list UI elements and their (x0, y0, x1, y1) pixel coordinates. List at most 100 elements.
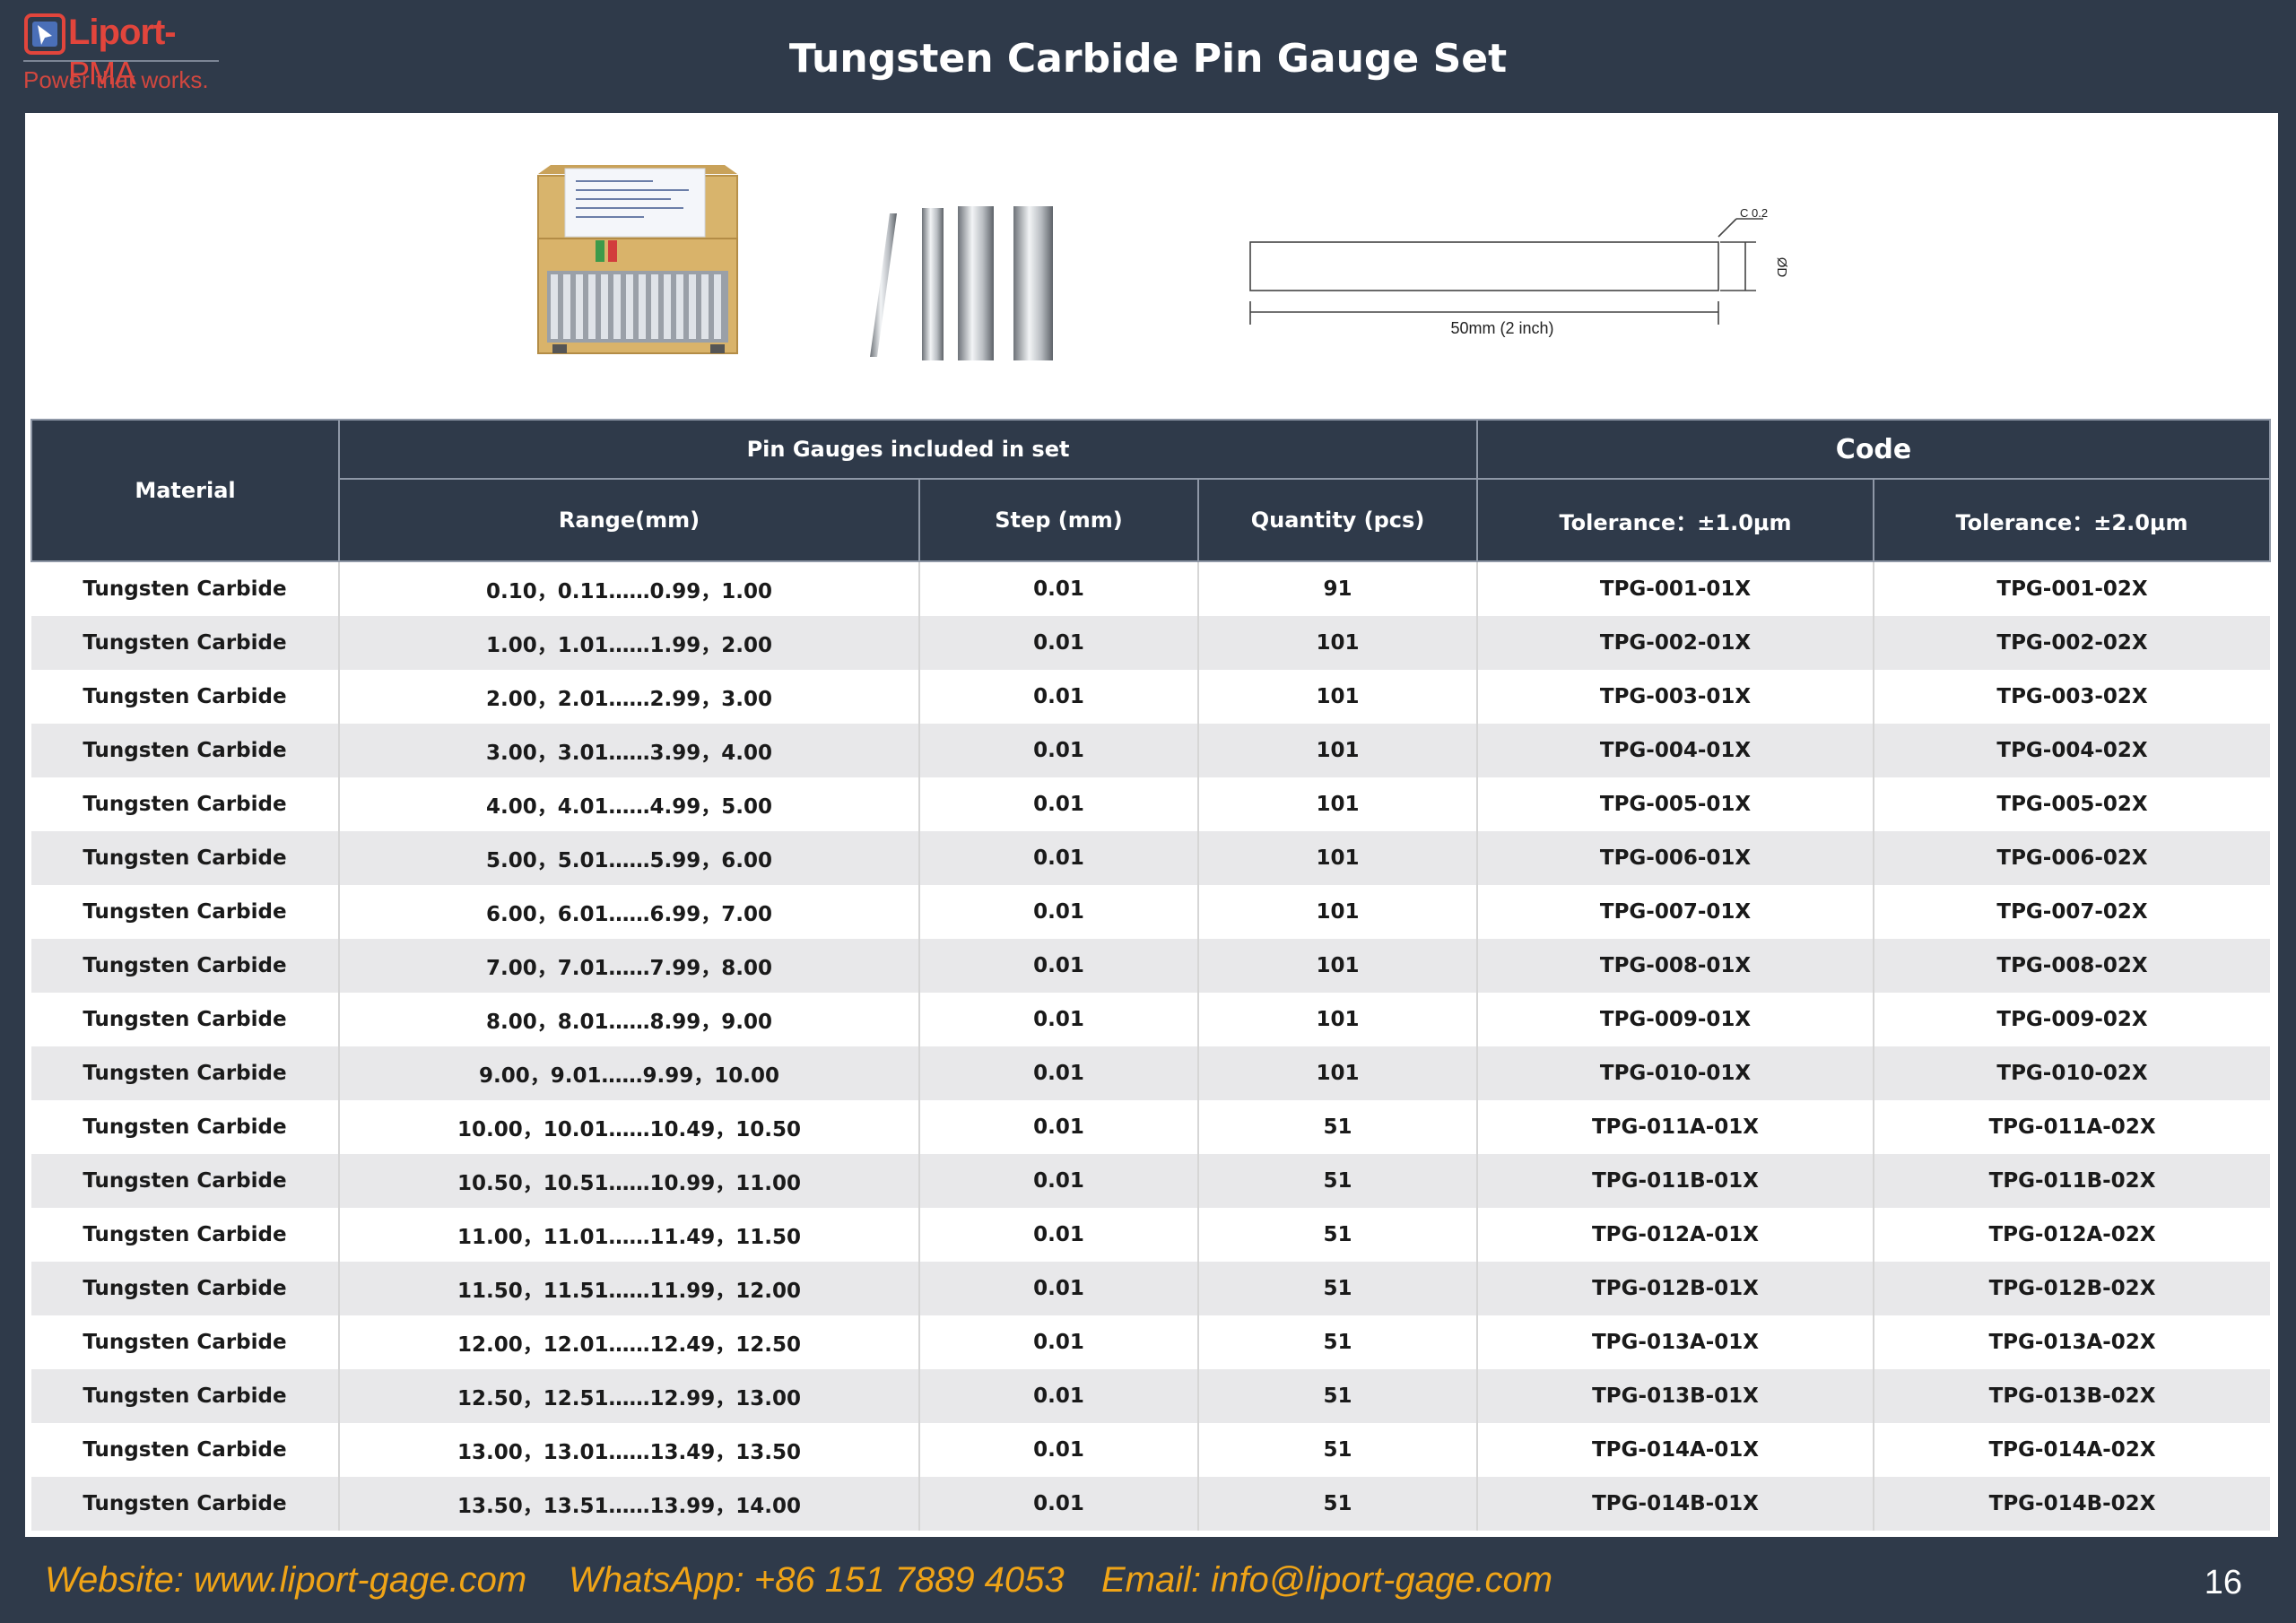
header-material: Material (30, 419, 340, 562)
table-row: Tungsten Carbide 12.50，12.51……12.99，13.00… (31, 1369, 2271, 1423)
step-cell: 0.01 (918, 885, 1198, 939)
step-cell: 0.01 (918, 1046, 1198, 1100)
material-cell: Tungsten Carbide (31, 561, 339, 616)
material-cell: Tungsten Carbide (31, 831, 339, 885)
step-cell: 0.01 (918, 1208, 1198, 1262)
range-cell: 7.00，7.01……7.99，8.00 (338, 939, 919, 993)
footer: Website: www.liport-gage.com WhatsApp: +… (0, 1560, 2296, 1614)
code-tol1-cell: TPG-012B-01X (1476, 1262, 1874, 1315)
table-row: Tungsten Carbide 6.00，6.01……6.99，7.00 0.01… (31, 885, 2271, 939)
code-tol2-cell: TPG-005-02X (1873, 777, 2271, 831)
material-cell: Tungsten Carbide (31, 1262, 339, 1315)
range-cell: 3.00，3.01……3.99，4.00 (338, 724, 919, 777)
quantity-cell: 51 (1196, 1477, 1478, 1531)
material-cell: Tungsten Carbide (31, 1315, 339, 1369)
range-cell: 11.50，11.51……11.99，12.00 (338, 1262, 919, 1315)
code-tol2-cell: TPG-007-02X (1873, 885, 2271, 939)
pin-drawing (1249, 218, 1763, 325)
footer-website[interactable]: Website: www.liport-gage.com (45, 1560, 526, 1601)
diameter-label: ØD (1774, 257, 1789, 278)
table-row: Tungsten Carbide 3.00，3.01……3.99，4.00 0.01… (31, 724, 2271, 777)
range-cell: 12.00，12.01……12.49，12.50 (338, 1315, 919, 1369)
code-tol1-cell: TPG-013A-01X (1476, 1315, 1874, 1369)
code-tol2-cell: TPG-002-02X (1873, 616, 2271, 670)
quantity-cell: 101 (1196, 831, 1478, 885)
table-row: Tungsten Carbide 1.00，1.01……1.99，2.00 0.01… (31, 616, 2271, 670)
material-cell: Tungsten Carbide (31, 939, 339, 993)
material-cell: Tungsten Carbide (31, 670, 339, 724)
header-tolerance-2um: Tolerance：±2.0μm (1873, 478, 2272, 562)
table-row: Tungsten Carbide 13.50，13.51……13.99，14.00… (31, 1477, 2271, 1531)
code-tol1-cell: TPG-005-01X (1476, 777, 1874, 831)
chamfer-label: C 0.2 (1740, 206, 1768, 220)
code-tol1-cell: TPG-007-01X (1476, 885, 1874, 939)
code-tol2-cell: TPG-014A-02X (1873, 1423, 2271, 1477)
quantity-cell: 51 (1196, 1369, 1478, 1423)
step-cell: 0.01 (918, 1262, 1198, 1315)
table-body: Tungsten Carbide 0.10，0.11……0.99，1.00 0.01… (31, 561, 2271, 1531)
table-row: Tungsten Carbide 4.00，4.01……4.99，5.00 0.01… (31, 777, 2271, 831)
step-cell: 0.01 (918, 670, 1198, 724)
material-cell: Tungsten Carbide (31, 885, 339, 939)
header-tolerance-1um: Tolerance：±1.0μm (1476, 478, 1875, 562)
range-cell: 5.00，5.01……5.99，6.00 (338, 831, 919, 885)
length-label: 50mm (2 inch) (1450, 319, 1553, 337)
code-tol1-cell: TPG-004-01X (1476, 724, 1874, 777)
quantity-cell: 101 (1196, 993, 1478, 1046)
quantity-cell: 51 (1196, 1315, 1478, 1369)
footer-email[interactable]: Email: info@liport-gage.com (1101, 1560, 1552, 1601)
step-cell: 0.01 (918, 1100, 1198, 1154)
step-cell: 0.01 (918, 993, 1198, 1046)
material-cell: Tungsten Carbide (31, 777, 339, 831)
code-tol1-cell: TPG-011B-01X (1476, 1154, 1874, 1208)
pin-gauges-image (870, 206, 1053, 360)
range-cell: 11.00，11.01……11.49，11.50 (338, 1208, 919, 1262)
code-tol1-cell: TPG-012A-01X (1476, 1208, 1874, 1262)
step-cell: 0.01 (918, 831, 1198, 885)
step-cell: 0.01 (918, 1154, 1198, 1208)
quantity-cell: 51 (1196, 1100, 1478, 1154)
range-cell: 0.10，0.11……0.99，1.00 (338, 561, 919, 616)
table-row: Tungsten Carbide 7.00，7.01……7.99，8.00 0.01… (31, 939, 2271, 993)
step-cell: 0.01 (918, 1423, 1198, 1477)
table-row: Tungsten Carbide 9.00，9.01……9.99，10.00 0.0… (31, 1046, 2271, 1100)
code-tol1-cell: TPG-002-01X (1476, 616, 1874, 670)
material-cell: Tungsten Carbide (31, 1477, 339, 1531)
table-row: Tungsten Carbide 2.00，2.01……2.99，3.00 0.01… (31, 670, 2271, 724)
step-cell: 0.01 (918, 777, 1198, 831)
table-row: Tungsten Carbide 13.00，13.01……13.49，13.50… (31, 1423, 2271, 1477)
header-pin-gauges-group: Pin Gauges included in set (337, 419, 1479, 480)
material-cell: Tungsten Carbide (31, 1154, 339, 1208)
quantity-cell: 51 (1196, 1262, 1478, 1315)
header-step: Step (mm) (918, 478, 1199, 562)
range-cell: 9.00，9.01……9.99，10.00 (338, 1046, 919, 1100)
code-tol2-cell: TPG-010-02X (1873, 1046, 2271, 1100)
step-cell: 0.01 (918, 1477, 1198, 1531)
material-cell: Tungsten Carbide (31, 1423, 339, 1477)
material-cell: Tungsten Carbide (31, 1046, 339, 1100)
table-row: Tungsten Carbide 5.00，5.01……5.99，6.00 0.01… (31, 831, 2271, 885)
step-cell: 0.01 (918, 1315, 1198, 1369)
material-cell: Tungsten Carbide (31, 724, 339, 777)
quantity-cell: 101 (1196, 939, 1478, 993)
range-cell: 6.00，6.01……6.99，7.00 (338, 885, 919, 939)
content-panel: C 0.2 ØD 50mm (2 inch) Material Pin Gaug… (25, 113, 2278, 1537)
code-tol1-cell: TPG-008-01X (1476, 939, 1874, 993)
spec-table: Material Pin Gauges included in set Code… (30, 419, 2272, 1531)
code-tol1-cell: TPG-001-01X (1476, 561, 1874, 616)
table-row: Tungsten Carbide 8.00，8.01……8.99，9.00 0.01… (31, 993, 2271, 1046)
code-tol1-cell: TPG-014B-01X (1476, 1477, 1874, 1531)
quantity-cell: 101 (1196, 1046, 1478, 1100)
page-title: Tungsten Carbide Pin Gauge Set (788, 36, 1508, 82)
header-quantity: Quantity (pcs) (1196, 478, 1479, 562)
table-row: Tungsten Carbide 11.00，11.01……11.49，11.50… (31, 1208, 2271, 1262)
page-number: 16 (2204, 1564, 2242, 1601)
quantity-cell: 101 (1196, 670, 1478, 724)
range-cell: 12.50，12.51……12.99，13.00 (338, 1369, 919, 1423)
code-tol1-cell: TPG-010-01X (1476, 1046, 1874, 1100)
step-cell: 0.01 (918, 561, 1198, 616)
code-tol1-cell: TPG-013B-01X (1476, 1369, 1874, 1423)
range-cell: 8.00，8.01……8.99，9.00 (338, 993, 919, 1046)
footer-whatsapp[interactable]: WhatsApp: +86 151 7889 4053 (569, 1560, 1065, 1601)
quantity-cell: 51 (1196, 1208, 1478, 1262)
